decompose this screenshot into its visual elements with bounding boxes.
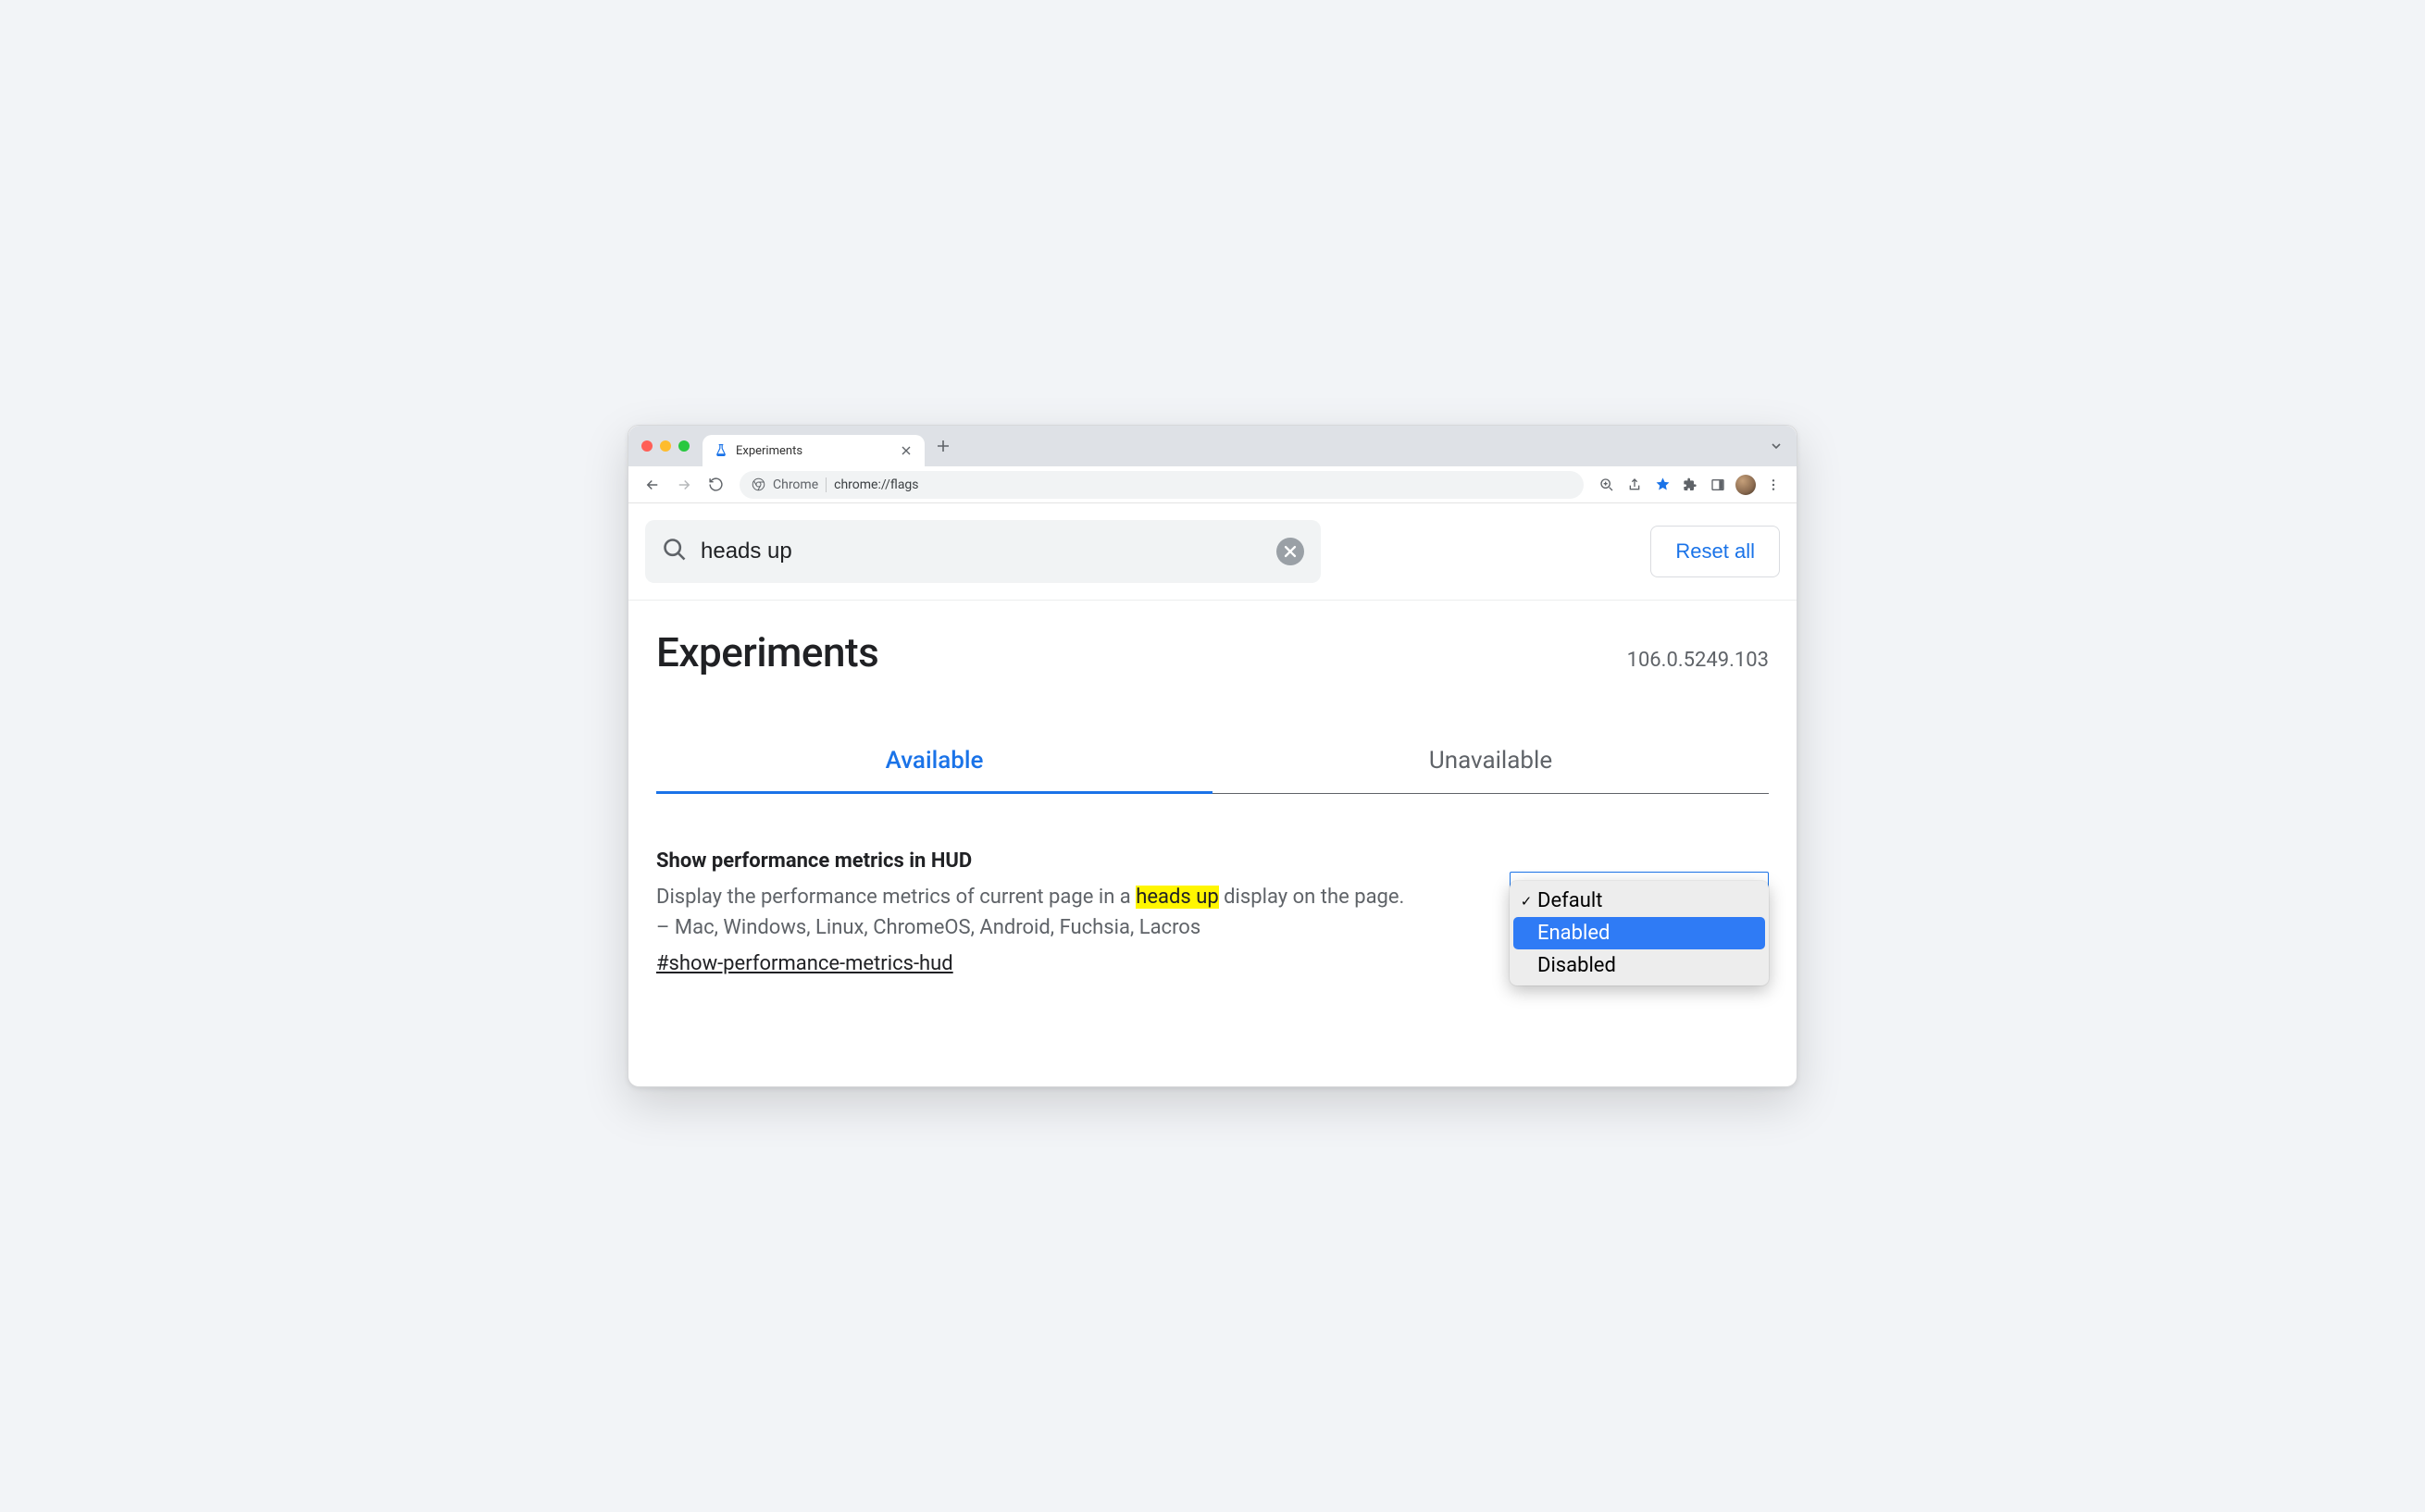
- chrome-icon: [751, 477, 765, 492]
- back-button[interactable]: [638, 470, 667, 500]
- window-zoom-button[interactable]: [678, 440, 690, 452]
- page-title: Experiments: [656, 628, 878, 676]
- share-icon[interactable]: [1621, 470, 1648, 500]
- tab-close-button[interactable]: [899, 443, 914, 458]
- option-disabled[interactable]: Disabled: [1513, 949, 1765, 982]
- forward-button[interactable]: [669, 470, 699, 500]
- check-icon: ✓: [1519, 893, 1534, 910]
- flags-search-box[interactable]: [645, 520, 1321, 583]
- omnibox-url: chrome://flags: [834, 477, 918, 492]
- browser-window: Experiments Chrome chrom: [628, 425, 1797, 1087]
- sidepanel-icon[interactable]: [1704, 470, 1732, 500]
- tab-available[interactable]: Available: [656, 732, 1212, 793]
- omnibox-chip: Chrome: [773, 477, 818, 492]
- clear-search-button[interactable]: [1276, 538, 1304, 565]
- flag-hash-link[interactable]: #show-performance-metrics-hud: [656, 952, 953, 975]
- tab-unavailable[interactable]: Unavailable: [1212, 732, 1769, 793]
- flag-desc-highlight: heads up: [1136, 886, 1218, 909]
- toolbar: Chrome chrome://flags: [628, 466, 1797, 503]
- flag-desc-before: Display the performance metrics of curre…: [656, 886, 1136, 909]
- title-row: Experiments 106.0.5249.103: [656, 628, 1769, 676]
- tab-title: Experiments: [736, 444, 891, 458]
- tab-strip: Experiments: [628, 426, 1797, 466]
- option-enabled[interactable]: Enabled: [1513, 917, 1765, 949]
- address-bar[interactable]: Chrome chrome://flags: [740, 471, 1584, 499]
- flag-dropdown[interactable]: ✓ Default Enabled Disabled: [1510, 872, 1769, 907]
- omnibox-divider: [826, 477, 827, 492]
- flag-text: Show performance metrics in HUD Display …: [656, 849, 1415, 975]
- profile-avatar[interactable]: [1732, 470, 1760, 500]
- reset-all-button[interactable]: Reset all: [1650, 526, 1780, 577]
- zoom-icon[interactable]: [1593, 470, 1621, 500]
- option-label: Enabled: [1537, 922, 1610, 945]
- window-close-button[interactable]: [641, 440, 653, 452]
- new-tab-button[interactable]: [930, 433, 956, 459]
- search-row: Reset all: [628, 503, 1797, 601]
- flag-description: Display the performance metrics of curre…: [656, 882, 1415, 943]
- select-popup: ✓ Default Enabled Disabled: [1510, 881, 1769, 985]
- bookmark-star-icon[interactable]: [1648, 470, 1676, 500]
- kebab-menu-icon[interactable]: [1760, 470, 1787, 500]
- option-label: Disabled: [1537, 954, 1616, 977]
- search-icon: [662, 537, 688, 566]
- reload-button[interactable]: [701, 470, 730, 500]
- window-minimize-button[interactable]: [660, 440, 671, 452]
- flags-search-input[interactable]: [701, 539, 1263, 564]
- extensions-icon[interactable]: [1676, 470, 1704, 500]
- flag-entry: Show performance metrics in HUD Display …: [656, 849, 1769, 975]
- window-controls: [641, 440, 690, 452]
- option-label: Default: [1537, 889, 1602, 912]
- flask-icon: [714, 443, 728, 458]
- chrome-version: 106.0.5249.103: [1627, 649, 1769, 672]
- page-content: Reset all Experiments 106.0.5249.103 Ava…: [628, 503, 1797, 1086]
- tabs-dropdown-button[interactable]: [1765, 435, 1787, 457]
- tabs-row: Available Unavailable: [656, 732, 1769, 794]
- browser-tab[interactable]: Experiments: [703, 435, 925, 466]
- flag-title: Show performance metrics in HUD: [656, 849, 1415, 873]
- toolbar-actions: [1593, 470, 1787, 500]
- option-default[interactable]: ✓ Default: [1513, 885, 1765, 917]
